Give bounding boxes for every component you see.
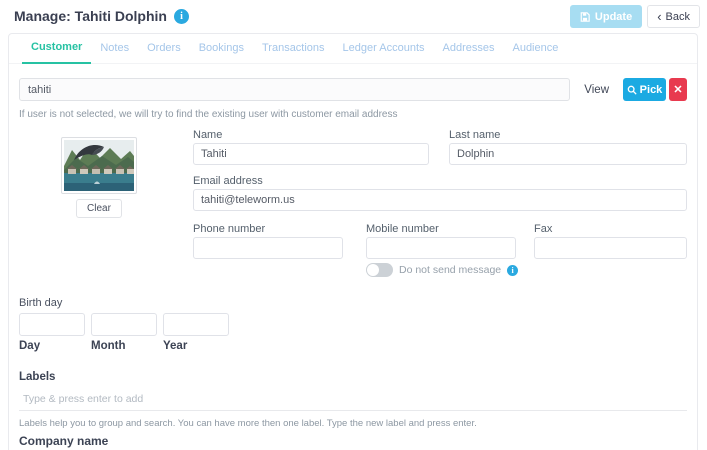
tab-bar: Customer Notes Orders Bookings Transacti… xyxy=(9,34,697,64)
search-icon xyxy=(627,85,637,95)
tab-ledger-accounts[interactable]: Ledger Accounts xyxy=(334,42,434,63)
tab-audience[interactable]: Audience xyxy=(503,42,567,63)
pick-button-label: Pick xyxy=(640,84,663,96)
day-label: Day xyxy=(19,340,40,352)
user-search-row: View Pick ✕ xyxy=(19,78,687,101)
birthday-year-field[interactable] xyxy=(163,313,229,336)
page-title: Manage: Tahiti Dolphin i xyxy=(14,8,189,24)
back-button-label: Back xyxy=(666,11,690,23)
do-not-send-label: Do not send message xyxy=(399,264,501,276)
tab-transactions[interactable]: Transactions xyxy=(253,42,334,63)
do-not-send-toggle[interactable] xyxy=(366,263,393,277)
clear-photo-button[interactable]: Clear xyxy=(76,199,122,218)
company-name-label: Company name xyxy=(19,434,108,448)
do-not-send-row: Do not send message i xyxy=(366,263,518,277)
last-name-field[interactable] xyxy=(449,143,687,165)
fax-field[interactable] xyxy=(534,237,687,259)
labels-title: Labels xyxy=(19,371,55,383)
email-label: Email address xyxy=(193,175,263,187)
tab-notes[interactable]: Notes xyxy=(91,42,138,63)
mobile-label: Mobile number xyxy=(366,223,439,235)
toggle-knob-icon xyxy=(367,264,379,276)
tab-bookings[interactable]: Bookings xyxy=(190,42,253,63)
birthday-title: Birth day xyxy=(19,297,62,309)
mobile-field[interactable] xyxy=(366,237,516,259)
year-label: Year xyxy=(163,340,187,352)
email-field[interactable] xyxy=(193,189,687,211)
save-icon xyxy=(580,12,590,22)
page-title-text: Manage: Tahiti Dolphin xyxy=(14,8,167,24)
update-button[interactable]: Update xyxy=(570,5,642,28)
do-not-send-info-icon[interactable]: i xyxy=(507,265,518,276)
tab-customer[interactable]: Customer xyxy=(22,41,91,64)
tab-addresses[interactable]: Addresses xyxy=(434,42,504,63)
labels-helper-text: Labels help you to group and search. You… xyxy=(19,418,477,429)
birthday-month-field[interactable] xyxy=(91,313,157,336)
customer-card: Customer Notes Orders Bookings Transacti… xyxy=(8,33,698,450)
phone-field[interactable] xyxy=(193,237,343,259)
pick-button[interactable]: Pick xyxy=(623,78,666,101)
birthday-day-field[interactable] xyxy=(19,313,85,336)
tab-orders[interactable]: Orders xyxy=(138,42,190,63)
header-actions: Update ‹ Back xyxy=(570,5,700,28)
close-icon: ✕ xyxy=(673,83,682,96)
clear-search-button[interactable]: ✕ xyxy=(669,78,687,101)
update-button-label: Update xyxy=(595,11,632,23)
info-icon[interactable]: i xyxy=(174,9,189,24)
search-helper-text: If user is not selected, we will try to … xyxy=(19,109,398,120)
fax-label: Fax xyxy=(534,223,552,235)
name-field[interactable] xyxy=(193,143,429,165)
back-button[interactable]: ‹ Back xyxy=(647,5,700,28)
last-name-label: Last name xyxy=(449,129,500,141)
user-search-input[interactable] xyxy=(19,78,570,101)
back-chevron-icon: ‹ xyxy=(657,10,661,23)
view-button[interactable]: View xyxy=(574,78,619,101)
labels-input[interactable] xyxy=(19,387,687,411)
customer-photo[interactable] xyxy=(61,137,137,194)
phone-label: Phone number xyxy=(193,223,265,235)
photo-dolphin-scene xyxy=(64,140,134,191)
customer-photo-block: Clear xyxy=(61,137,137,218)
name-label: Name xyxy=(193,129,222,141)
month-label: Month xyxy=(91,340,125,352)
